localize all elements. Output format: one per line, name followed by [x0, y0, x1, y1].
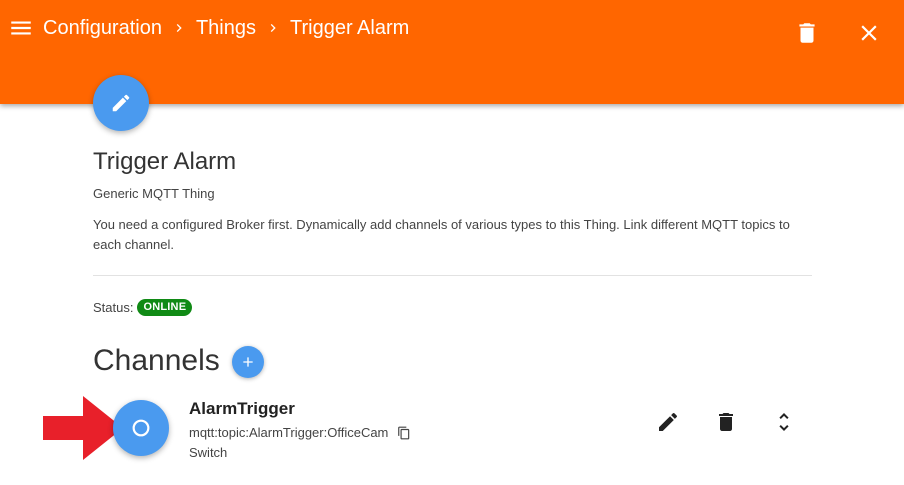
trash-icon: [719, 413, 733, 431]
channel-uid-row: mqtt:topic:AlarmTrigger:OfficeCam: [189, 425, 411, 440]
status-row: Status: ONLINE: [93, 298, 193, 316]
delete-channel-button[interactable]: [714, 410, 738, 434]
close-button[interactable]: [856, 20, 882, 46]
circle-outline-icon: [132, 419, 150, 437]
trash-icon: [799, 23, 815, 43]
breadcrumb-configuration[interactable]: Configuration: [43, 17, 162, 40]
edit-channel-button[interactable]: [656, 410, 680, 434]
edit-thing-button[interactable]: [93, 75, 149, 131]
plus-icon: [243, 357, 253, 367]
chevron-right-icon: [162, 15, 196, 41]
divider: [93, 275, 812, 276]
status-label: Status:: [93, 299, 134, 315]
delete-thing-button[interactable]: [794, 20, 820, 46]
channel-kind: Switch: [189, 445, 228, 460]
breadcrumb-things[interactable]: Things: [196, 17, 256, 40]
channel-name: AlarmTrigger: [189, 399, 295, 418]
red-arrow-icon: [43, 396, 123, 460]
thing-description: You need a configured Broker first. Dyna…: [93, 217, 790, 252]
add-channel-button[interactable]: [232, 346, 264, 378]
breadcrumb-current: Trigger Alarm: [290, 16, 410, 39]
pencil-icon: [659, 412, 678, 431]
breadcrumb: Configuration Things Trigger Alarm: [43, 15, 409, 41]
pencil-icon: [112, 94, 130, 112]
unfold-icon: [779, 413, 789, 431]
page-title: Trigger Alarm: [93, 148, 237, 175]
close-icon: [861, 25, 877, 41]
channel-avatar[interactable]: [113, 400, 169, 456]
menu-icon[interactable]: [8, 15, 34, 41]
thing-type: Generic MQTT Thing: [93, 186, 215, 201]
copy-icon[interactable]: [397, 426, 411, 440]
chevron-right-icon: [256, 15, 290, 41]
channel-uid: mqtt:topic:AlarmTrigger:OfficeCam: [189, 425, 389, 440]
status-badge: ONLINE: [137, 298, 193, 316]
expand-channel-button[interactable]: [772, 410, 796, 434]
channels-heading: Channels: [93, 344, 220, 377]
